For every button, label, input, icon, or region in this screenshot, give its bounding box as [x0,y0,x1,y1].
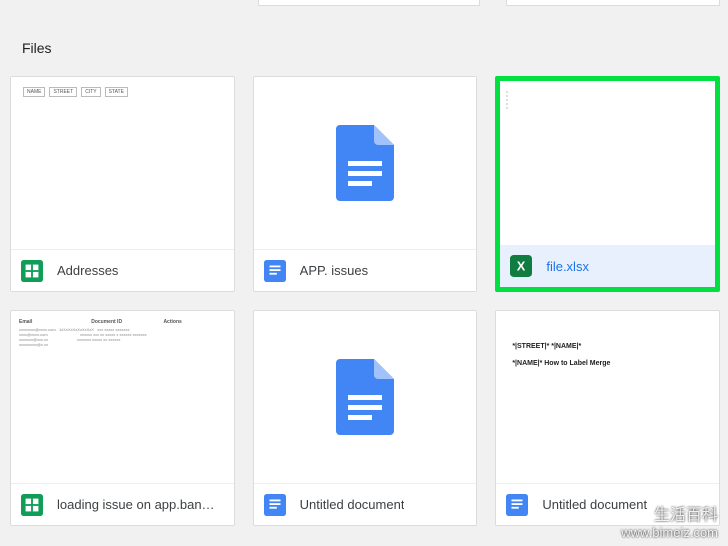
partial-card-top [506,0,720,6]
file-name: loading issue on app.ban… [57,497,215,512]
docs-icon [336,125,394,201]
preview-col: Document ID [91,319,153,325]
file-caption: Addresses [11,249,234,291]
sheets-icon [21,260,43,282]
file-thumbnail [500,81,715,245]
preview-header: STREET [49,87,77,97]
file-thumbnail: Email Document ID Actions xxxxxxxx@xxxx.… [11,311,234,483]
file-name: file.xlsx [546,259,589,274]
preview-header: CITY [81,87,100,97]
docs-icon [506,494,528,516]
file-card-untitled[interactable]: Untitled document [253,310,478,526]
excel-icon: X [510,255,532,277]
docs-icon [264,260,286,282]
file-thumbnail [254,77,477,249]
watermark: 生活百科 www.bimeiz.com [621,501,718,540]
files-grid: NAME STREET CITY STATE Addresses [10,76,720,526]
file-thumbnail: NAME STREET CITY STATE [11,77,234,249]
file-card-app-issues[interactable]: APP. issues [253,76,478,292]
partial-card-top [258,0,480,6]
svg-text:X: X [517,259,526,274]
file-caption: loading issue on app.ban… [11,483,234,525]
file-name: APP. issues [300,263,368,278]
file-thumbnail: *|STREET|* *|NAME|* *|NAME|* How to Labe… [496,311,719,483]
section-title: Files [22,40,52,56]
file-card-loading-issue[interactable]: Email Document ID Actions xxxxxxxx@xxxx.… [10,310,235,526]
file-thumbnail [254,311,477,483]
preview-col: Actions [163,319,225,325]
sheets-icon [21,494,43,516]
preview-col: Email [19,319,81,325]
docs-icon [264,494,286,516]
preview-header: STATE [105,87,128,97]
docs-icon [336,359,394,435]
preview-line: *|NAME|* How to Label Merge [512,360,610,367]
file-card-file-xlsx[interactable]: X file.xlsx [495,76,720,292]
watermark-url: www.bimeiz.com [621,525,718,540]
file-name: Addresses [57,263,118,278]
file-caption: X file.xlsx [500,245,715,287]
preview-line: *|STREET|* *|NAME|* [512,343,610,350]
file-card-addresses[interactable]: NAME STREET CITY STATE Addresses [10,76,235,292]
file-caption: APP. issues [254,249,477,291]
preview-header: NAME [23,87,45,97]
file-name: Untitled document [300,497,405,512]
file-card-untitled-2[interactable]: *|STREET|* *|NAME|* *|NAME|* How to Labe… [495,310,720,526]
watermark-text: 生活百科 [621,501,718,525]
file-caption: Untitled document [254,483,477,525]
